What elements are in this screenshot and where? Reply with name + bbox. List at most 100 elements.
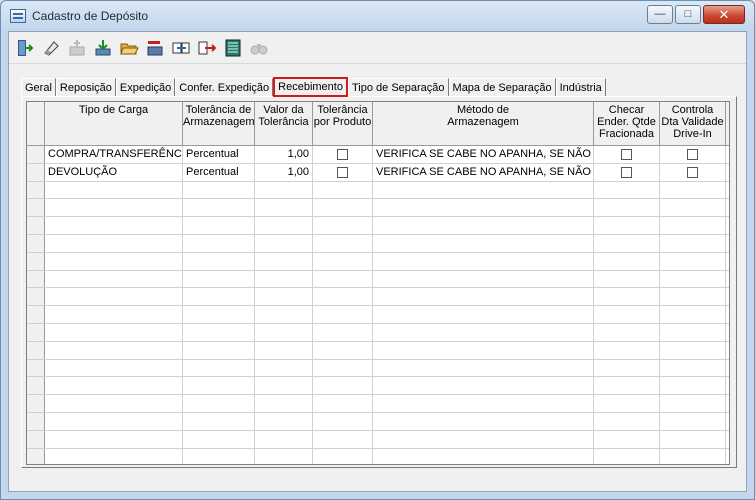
column-header-tipo-de-carga[interactable]: Tipo de Carga bbox=[45, 102, 183, 145]
empty-cell[interactable] bbox=[313, 377, 373, 395]
empty-cell[interactable] bbox=[313, 395, 373, 412]
add-button[interactable] bbox=[65, 36, 89, 60]
column-header-valor-tolerancia[interactable]: Valor da Tolerância bbox=[255, 102, 313, 145]
empty-cell[interactable] bbox=[183, 341, 255, 359]
empty-row[interactable] bbox=[27, 430, 729, 449]
exit-button[interactable] bbox=[13, 36, 37, 60]
empty-cell[interactable] bbox=[373, 359, 594, 377]
row-indicator[interactable] bbox=[27, 146, 45, 163]
empty-cell[interactable] bbox=[313, 448, 373, 464]
empty-cell[interactable] bbox=[594, 217, 660, 234]
row-indicator[interactable] bbox=[27, 181, 45, 199]
empty-cell[interactable] bbox=[45, 430, 183, 448]
column-header-metodo-armazenagem[interactable]: Método de Armazenagem bbox=[373, 102, 594, 145]
maximize-button[interactable]: □ bbox=[675, 5, 701, 24]
empty-cell[interactable] bbox=[373, 234, 594, 252]
empty-row[interactable] bbox=[27, 359, 729, 378]
empty-cell[interactable] bbox=[255, 395, 313, 412]
empty-cell[interactable] bbox=[594, 288, 660, 306]
empty-cell[interactable] bbox=[183, 377, 255, 395]
empty-row[interactable] bbox=[27, 252, 729, 271]
empty-cell[interactable] bbox=[660, 252, 726, 270]
empty-cell[interactable] bbox=[45, 288, 183, 306]
empty-cell[interactable] bbox=[313, 234, 373, 252]
empty-cell[interactable] bbox=[373, 448, 594, 464]
cell-valor-tolerancia[interactable]: 1,00 bbox=[255, 163, 313, 181]
close-button[interactable]: ✕ bbox=[703, 5, 745, 24]
empty-cell[interactable] bbox=[660, 270, 726, 288]
empty-cell[interactable] bbox=[45, 217, 183, 234]
empty-cell[interactable] bbox=[255, 448, 313, 464]
tab-tipo-de-separacao[interactable]: Tipo de Separação bbox=[347, 78, 449, 96]
empty-cell[interactable] bbox=[255, 217, 313, 234]
clear-button[interactable] bbox=[39, 36, 63, 60]
empty-cell[interactable] bbox=[45, 270, 183, 288]
empty-cell[interactable] bbox=[45, 181, 183, 199]
empty-cell[interactable] bbox=[313, 430, 373, 448]
empty-cell[interactable] bbox=[183, 199, 255, 217]
empty-cell[interactable] bbox=[373, 252, 594, 270]
column-header-checar-ender[interactable]: Checar Ender. Qtde Fracionada bbox=[594, 102, 660, 145]
empty-cell[interactable] bbox=[594, 377, 660, 395]
empty-cell[interactable] bbox=[313, 323, 373, 341]
empty-row[interactable] bbox=[27, 377, 729, 396]
empty-cell[interactable] bbox=[45, 306, 183, 323]
empty-cell[interactable] bbox=[594, 270, 660, 288]
row-indicator[interactable] bbox=[27, 448, 45, 464]
tab-expedicao[interactable]: Expedição bbox=[115, 78, 176, 96]
search-button[interactable] bbox=[247, 36, 271, 60]
export-button[interactable] bbox=[195, 36, 219, 60]
row-indicator[interactable] bbox=[27, 412, 45, 430]
empty-cell[interactable] bbox=[313, 412, 373, 430]
empty-cell[interactable] bbox=[660, 323, 726, 341]
empty-cell[interactable] bbox=[594, 430, 660, 448]
insert-button[interactable] bbox=[169, 36, 193, 60]
empty-cell[interactable] bbox=[313, 288, 373, 306]
empty-cell[interactable] bbox=[660, 234, 726, 252]
empty-row[interactable] bbox=[27, 217, 729, 235]
empty-cell[interactable] bbox=[183, 181, 255, 199]
empty-cell[interactable] bbox=[45, 323, 183, 341]
empty-cell[interactable] bbox=[660, 217, 726, 234]
empty-cell[interactable] bbox=[183, 430, 255, 448]
empty-cell[interactable] bbox=[45, 412, 183, 430]
row-indicator[interactable] bbox=[27, 270, 45, 288]
empty-row[interactable] bbox=[27, 234, 729, 253]
empty-cell[interactable] bbox=[313, 252, 373, 270]
checkbox[interactable] bbox=[337, 148, 348, 160]
empty-cell[interactable] bbox=[373, 412, 594, 430]
empty-cell[interactable] bbox=[313, 217, 373, 234]
empty-cell[interactable] bbox=[183, 217, 255, 234]
empty-row[interactable] bbox=[27, 341, 729, 360]
row-indicator[interactable] bbox=[27, 323, 45, 341]
column-header-tolerancia-por-produto[interactable]: Tolerância por Produto bbox=[313, 102, 373, 145]
empty-cell[interactable] bbox=[183, 395, 255, 412]
row-indicator[interactable] bbox=[27, 234, 45, 252]
row-indicator[interactable] bbox=[27, 430, 45, 448]
tab-confer-expedicao[interactable]: Confer. Expedição bbox=[175, 78, 274, 96]
row-indicator[interactable] bbox=[27, 163, 45, 181]
empty-row[interactable] bbox=[27, 181, 729, 200]
empty-cell[interactable] bbox=[660, 412, 726, 430]
empty-cell[interactable] bbox=[594, 323, 660, 341]
row-indicator[interactable] bbox=[27, 306, 45, 323]
tab-recebimento[interactable]: Recebimento bbox=[273, 77, 348, 97]
empty-cell[interactable] bbox=[660, 181, 726, 199]
empty-cell[interactable] bbox=[183, 252, 255, 270]
empty-cell[interactable] bbox=[660, 341, 726, 359]
empty-row[interactable] bbox=[27, 306, 729, 324]
empty-cell[interactable] bbox=[255, 199, 313, 217]
empty-cell[interactable] bbox=[45, 448, 183, 464]
empty-cell[interactable] bbox=[373, 199, 594, 217]
table-row[interactable]: DEVOLUÇÃO Percentual 1,00 VERIFICA SE CA… bbox=[27, 163, 729, 182]
empty-cell[interactable] bbox=[183, 412, 255, 430]
empty-cell[interactable] bbox=[594, 306, 660, 323]
empty-cell[interactable] bbox=[660, 199, 726, 217]
empty-cell[interactable] bbox=[45, 359, 183, 377]
empty-cell[interactable] bbox=[373, 377, 594, 395]
empty-cell[interactable] bbox=[373, 341, 594, 359]
empty-cell[interactable] bbox=[183, 359, 255, 377]
empty-cell[interactable] bbox=[373, 270, 594, 288]
empty-row[interactable] bbox=[27, 412, 729, 431]
download-button[interactable] bbox=[91, 36, 115, 60]
